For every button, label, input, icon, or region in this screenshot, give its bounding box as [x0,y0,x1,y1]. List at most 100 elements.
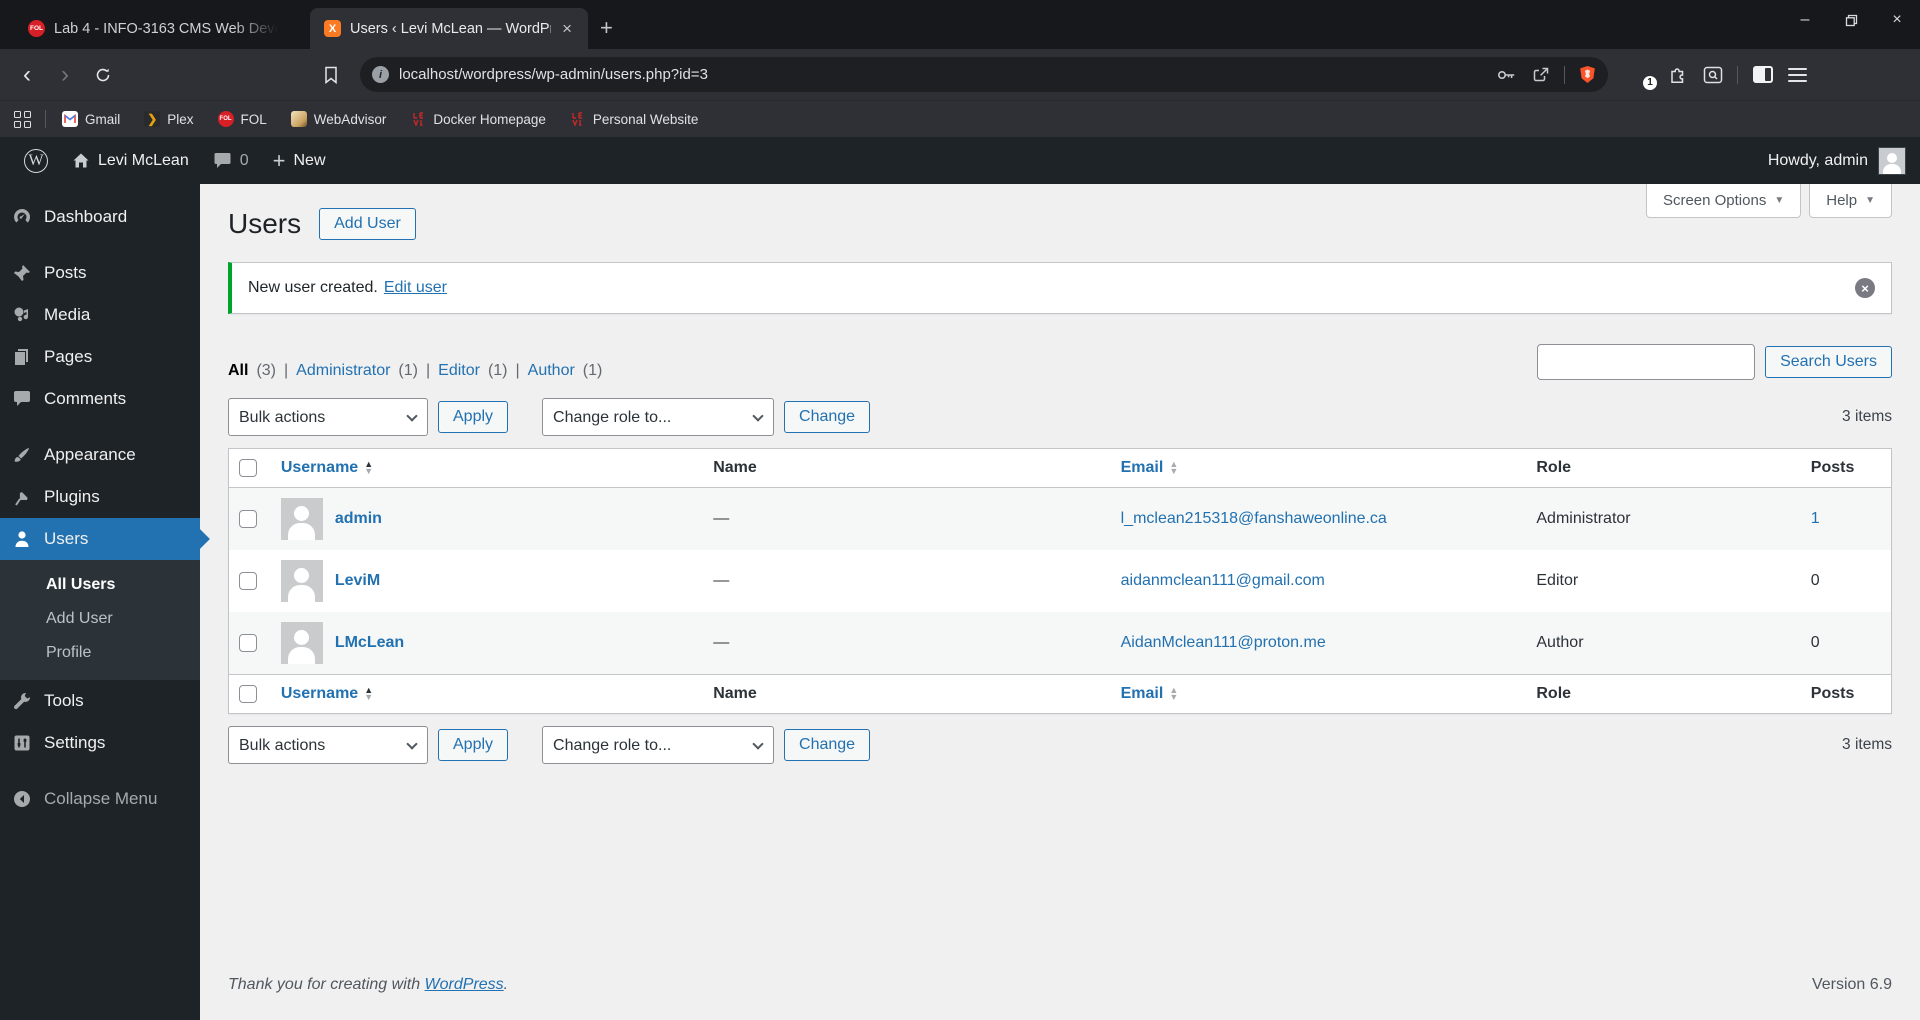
row-checkbox[interactable] [239,634,257,652]
back-button[interactable]: ‹ [10,58,44,92]
profile-avatar-button[interactable]: 1 [1630,64,1657,90]
password-key-icon[interactable] [1496,67,1518,83]
bookmark-icon[interactable] [314,58,348,92]
edit-user-link[interactable]: Edit user [384,279,447,297]
sidebar-item-settings[interactable]: Settings [0,722,200,764]
brave-wallet-icon[interactable] [1703,66,1723,84]
search-users-button[interactable]: Search Users [1765,346,1892,378]
submenu-add-user[interactable]: Add User [0,602,200,636]
sort-username-header[interactable]: Username ▲ ▼ [281,685,373,703]
filter-all[interactable]: All [228,362,248,380]
caret-down-icon: ▼ [1865,195,1875,206]
add-user-button[interactable]: Add User [319,208,416,240]
select-all-checkbox[interactable] [239,685,257,703]
share-icon[interactable] [1532,66,1550,84]
username-header-label: Username [280,685,359,702]
url-text[interactable]: localhost/wordpress/wp-admin/users.php?i… [399,66,1486,83]
submenu-all-users[interactable]: All Users [0,568,200,602]
sidebar-label: Tools [44,691,84,710]
menu-hamburger-icon[interactable] [1788,67,1807,82]
wp-logo-menu[interactable]: W [14,137,58,184]
email-link[interactable]: l_mclean215318@fanshaweonline.ca [1121,510,1387,527]
dismiss-notice-icon[interactable]: × [1855,278,1875,298]
email-link[interactable]: aidanmclean111@gmail.com [1121,572,1325,589]
sort-username-header[interactable]: Username ▲ ▼ [281,459,373,477]
username-link[interactable]: admin [335,510,382,528]
email-link[interactable]: AidanMclean111@proton.me [1121,634,1326,651]
site-info-icon[interactable]: i [372,66,389,83]
username-link[interactable]: LeviM [335,572,380,590]
sidebar-panel-icon[interactable] [1752,65,1774,84]
row-checkbox[interactable] [239,510,257,528]
sidebar-item-comments[interactable]: Comments [0,378,200,420]
bookmark-fol[interactable]: FOL FOL [210,108,275,130]
filter-editor[interactable]: Editor [438,362,480,380]
wordpress-link[interactable]: WordPress [425,976,504,993]
sidebar-item-posts[interactable]: Posts [0,252,200,294]
site-name-menu[interactable]: Levi McLean [62,137,199,184]
posts-count-link[interactable]: 1 [1811,510,1820,527]
change-role-select[interactable]: Change role to... [542,726,775,764]
screen-options-button[interactable]: Screen Options ▼ [1645,184,1802,218]
sidebar-label: Media [44,305,91,324]
sort-email-header[interactable]: Email ▲ ▼ [1121,685,1179,703]
new-label: New [293,151,326,169]
help-button[interactable]: Help ▼ [1809,184,1892,218]
bookmark-personal-website[interactable]: Personal Website [562,108,707,130]
browser-tab-active[interactable]: X Users ‹ Levi McLean — WordPres × [310,8,588,49]
submenu-profile[interactable]: Profile [0,636,200,670]
change-button[interactable]: Change [784,729,871,761]
bookmark-webadvisor[interactable]: WebAdvisor [283,108,395,130]
sidebar-item-appearance[interactable]: Appearance [0,434,200,476]
bookmark-docker-homepage[interactable]: Docker Homepage [402,108,554,130]
name-header: Name [703,448,1111,488]
sidebar-collapse-menu[interactable]: Collapse Menu [0,778,200,820]
apps-grid-icon[interactable] [14,110,31,128]
wrench-icon [13,693,31,710]
window-close-button[interactable]: × [1874,0,1920,40]
collapse-arrow-icon [14,791,30,807]
bookmarks-bar: Gmail ❯ Plex FOL FOL WebAdvisor Docker H… [0,100,1920,137]
sidebar-item-pages[interactable]: Pages [0,336,200,378]
forward-button[interactable]: › [48,58,82,92]
admin-avatar[interactable] [1878,146,1906,175]
sidebar-item-tools[interactable]: Tools [0,680,200,722]
name-cell: — [703,612,1111,675]
address-bar[interactable]: i localhost/wordpress/wp-admin/users.php… [360,57,1608,92]
new-tab-button[interactable]: + [600,15,613,41]
howdy-menu[interactable]: Howdy, admin [1768,152,1868,170]
pipe-separator: | [515,362,520,379]
role-header: Role [1526,674,1801,714]
apply-button[interactable]: Apply [438,729,509,761]
search-users-input[interactable] [1537,344,1756,380]
change-role-select[interactable]: Change role to... [542,398,775,436]
select-all-checkbox[interactable] [239,459,257,477]
brave-shields-icon[interactable] [1579,65,1596,84]
change-button[interactable]: Change [784,401,871,433]
sidebar-item-plugins[interactable]: Plugins [0,476,200,518]
webadvisor-favicon-icon [290,111,307,127]
row-checkbox[interactable] [239,572,257,590]
tab-close-icon[interactable]: × [560,19,574,39]
browser-tab-inactive[interactable]: FOL Lab 4 - INFO-3163 CMS Web Develop [14,8,292,49]
bulk-actions-select[interactable]: Bulk actions [228,726,428,764]
filter-author[interactable]: Author [528,362,575,380]
sidebar-item-users[interactable]: Users [0,518,210,560]
filter-administrator[interactable]: Administrator [296,362,390,380]
new-content-menu[interactable]: + New [263,137,336,184]
sidebar-item-media[interactable]: Media [0,294,200,336]
tab-title: Users ‹ Levi McLean — WordPres [350,20,552,37]
sidebar-item-dashboard[interactable]: Dashboard [0,196,200,238]
bookmark-gmail[interactable]: Gmail [54,108,128,130]
comments-menu[interactable]: 0 [203,137,259,184]
sort-email-header[interactable]: Email ▲ ▼ [1121,459,1179,477]
window-restore-button[interactable] [1828,0,1874,40]
apply-button[interactable]: Apply [438,401,509,433]
bookmark-plex[interactable]: ❯ Plex [136,108,201,130]
extensions-puzzle-icon[interactable] [1668,64,1689,85]
reload-button[interactable] [86,58,120,92]
pages-icon [15,349,28,365]
window-minimize-button[interactable]: – [1782,0,1828,40]
bulk-actions-select[interactable]: Bulk actions [228,398,428,436]
username-link[interactable]: LMcLean [335,634,404,652]
